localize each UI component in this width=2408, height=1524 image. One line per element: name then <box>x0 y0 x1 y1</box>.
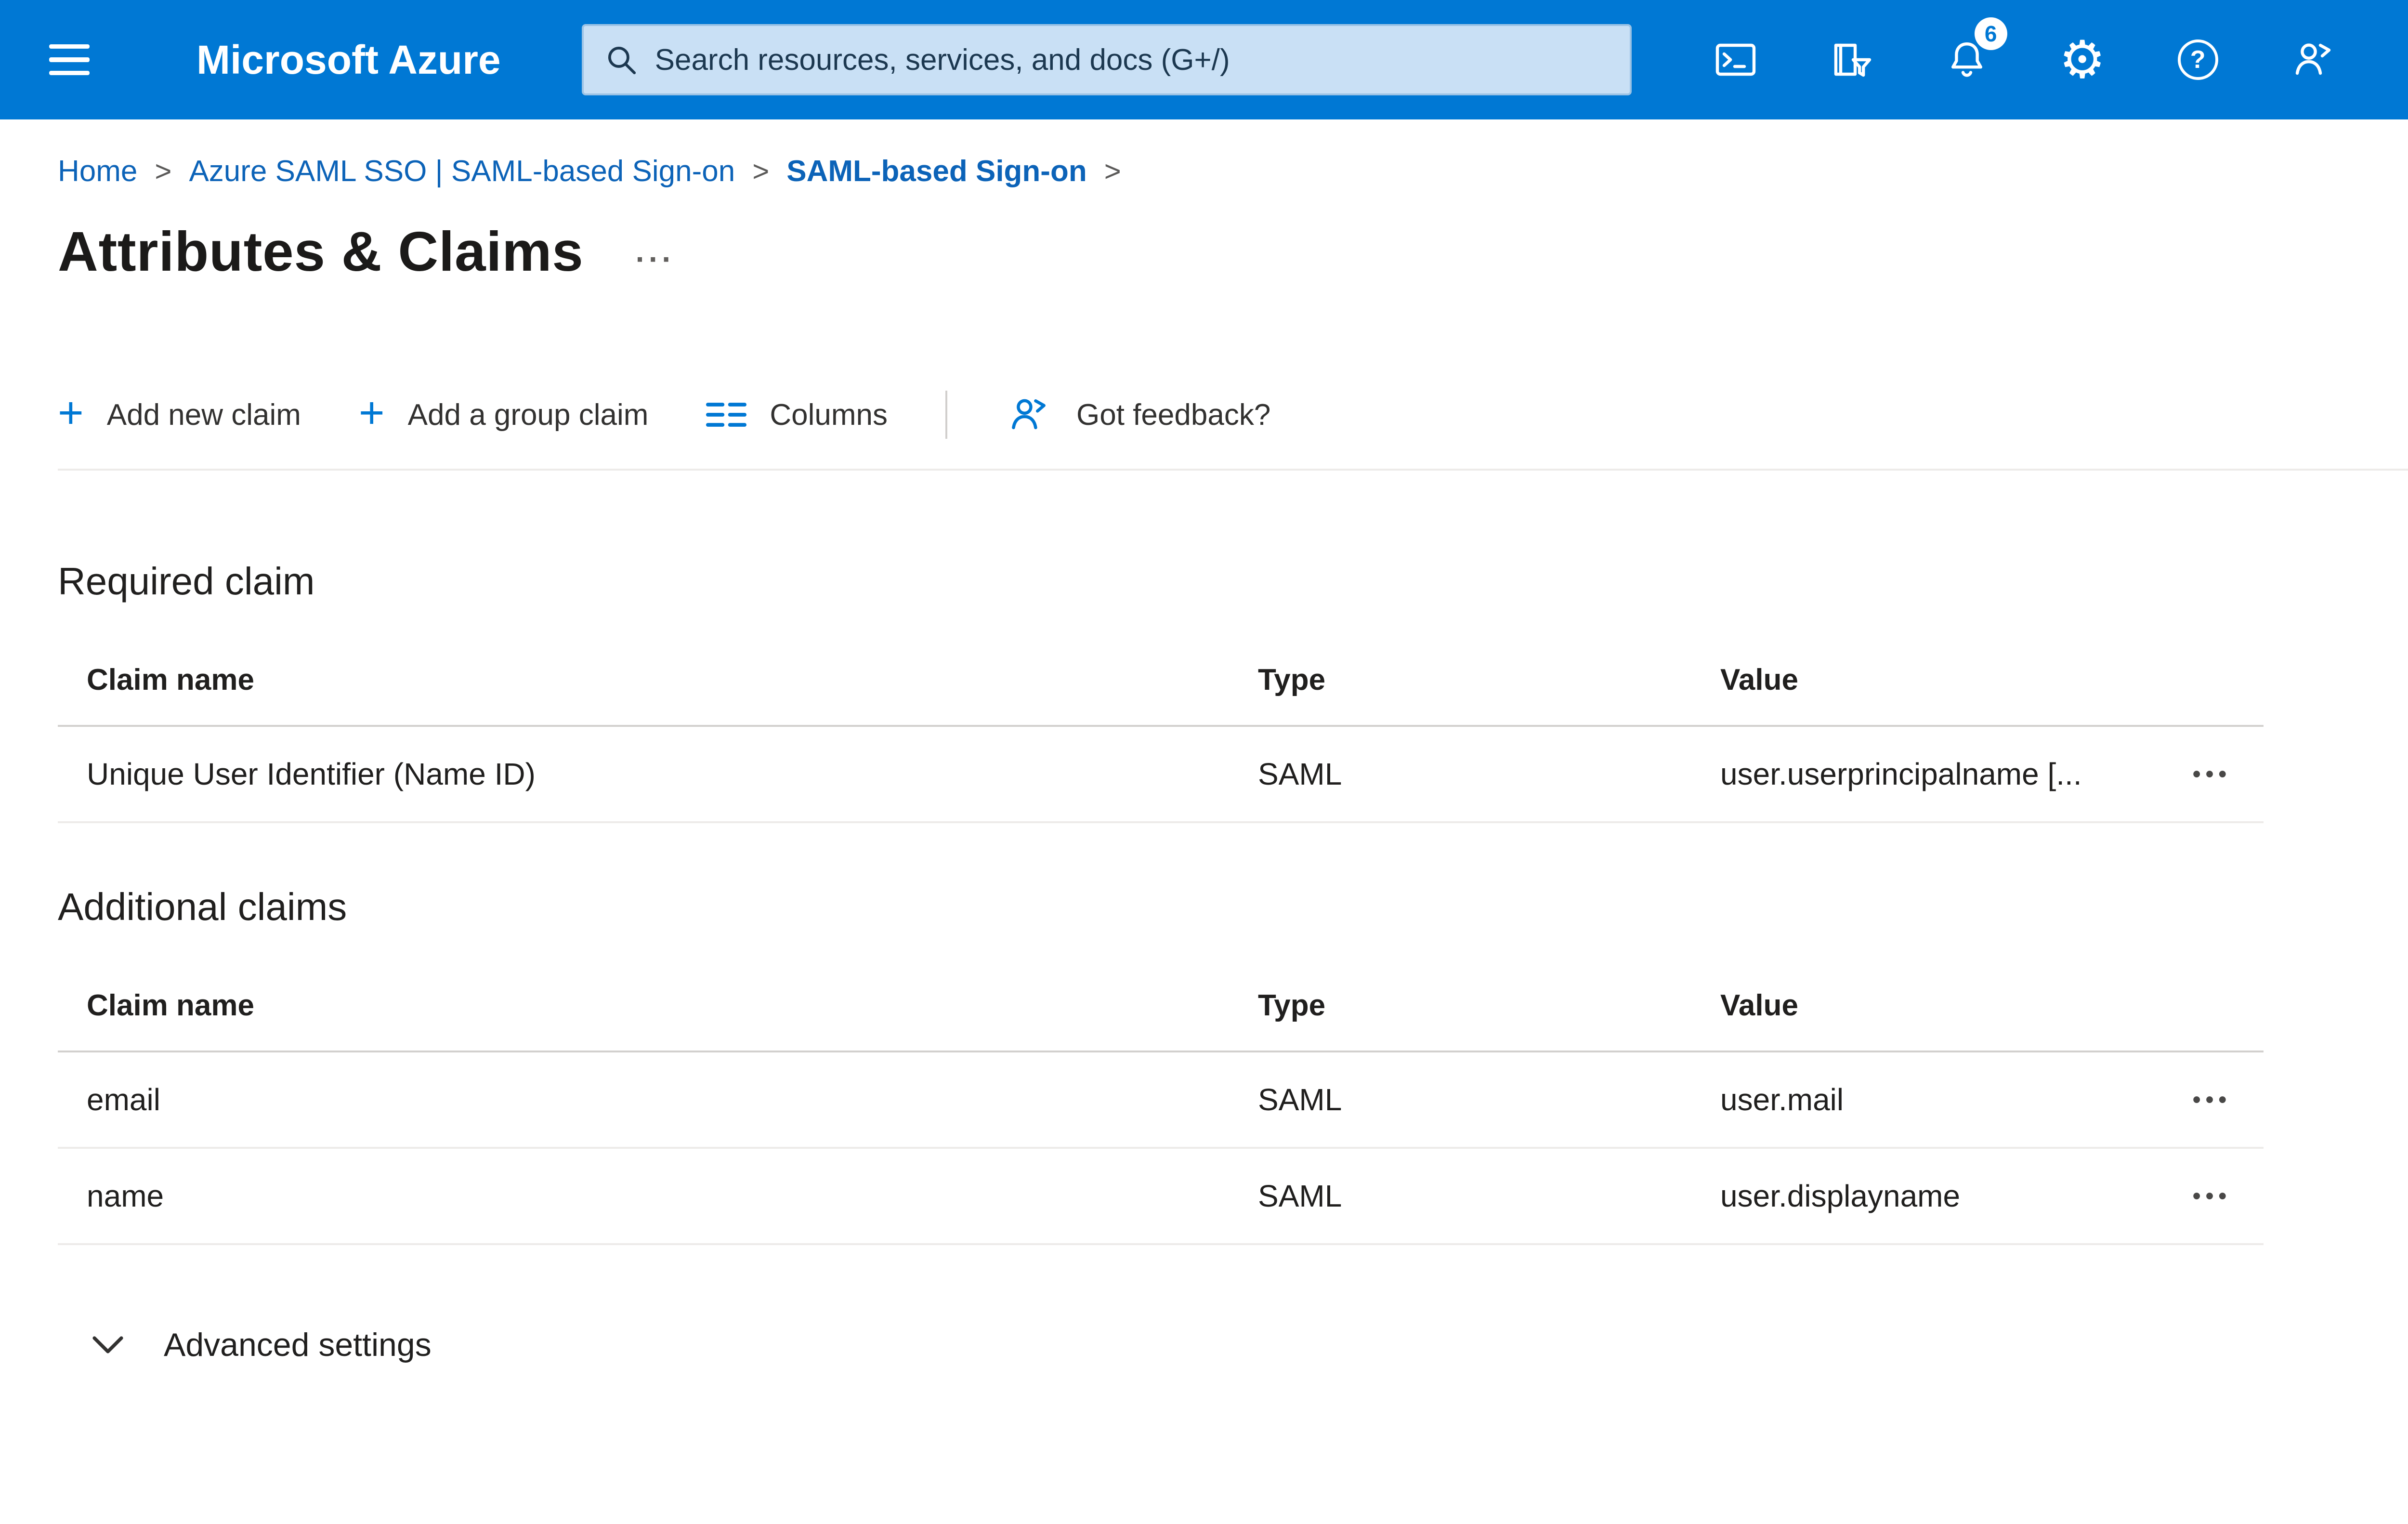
claim-type-cell: SAML <box>1258 1179 1342 1213</box>
add-group-claim-button[interactable]: + Add a group claim <box>358 388 649 437</box>
row-menu-icon[interactable]: ••• <box>2188 1087 2231 1113</box>
plus-icon: + <box>58 388 84 437</box>
claim-value-cell: user.mail <box>1720 1082 1844 1117</box>
title-more-icon[interactable]: ··· <box>636 241 675 277</box>
additional-claims-heading: Additional claims <box>58 885 347 928</box>
advanced-settings-label: Advanced settings <box>164 1327 432 1363</box>
chevron-separator-icon: > <box>155 155 172 187</box>
breadcrumb: Home > Azure SAML SSO | SAML-based Sign-… <box>0 119 2408 188</box>
row-menu-icon[interactable]: ••• <box>2188 1183 2231 1209</box>
claim-value-cell: user.displayname <box>1720 1179 1961 1213</box>
help-icon[interactable]: ? <box>2140 0 2256 119</box>
got-feedback-button[interactable]: Got feedback? <box>1005 393 1270 437</box>
claim-type-cell: SAML <box>1258 757 1342 791</box>
feedback-person-icon <box>1012 399 1046 430</box>
search-input[interactable] <box>654 42 1609 77</box>
settings-gear-icon[interactable]: ⚙ <box>2025 0 2140 119</box>
required-claim-table: Claim name Type Value Unique User Identi… <box>58 634 2264 823</box>
azure-brand[interactable]: Microsoft Azure <box>196 37 501 83</box>
cloud-shell-icon[interactable] <box>1678 0 1793 119</box>
feedback-person-icon[interactable] <box>2256 0 2371 119</box>
add-group-claim-label: Add a group claim <box>407 398 649 432</box>
column-header-claim-name: Claim name <box>87 988 255 1022</box>
got-feedback-label: Got feedback? <box>1076 398 1271 432</box>
columns-button[interactable]: Columns <box>706 398 888 432</box>
additional-claims-table: Claim name Type Value email SAML user.ma… <box>58 960 2264 1245</box>
breadcrumb-app[interactable]: Azure SAML SSO | SAML-based Sign-on <box>189 154 735 188</box>
table-row[interactable]: email SAML user.mail ••• <box>58 1052 2264 1149</box>
notifications-bell-icon[interactable]: 6 <box>1909 0 2025 119</box>
table-row[interactable]: name SAML user.displayname ••• <box>58 1149 2264 1245</box>
column-header-value: Value <box>1720 988 1798 1022</box>
topbar-actions: 6 ⚙ ? <box>1678 0 2371 119</box>
chevron-down-icon <box>92 1336 123 1353</box>
column-header-type: Type <box>1258 663 1326 696</box>
required-claim-heading: Required claim <box>58 560 315 603</box>
chevron-separator-icon: > <box>1104 155 1121 187</box>
claim-type-cell: SAML <box>1258 1082 1342 1117</box>
command-bar: + Add new claim + Add a group claim Colu… <box>58 380 2408 449</box>
table-row[interactable]: Unique User Identifier (Name ID) SAML us… <box>58 727 2264 823</box>
advanced-settings-toggle[interactable]: Advanced settings <box>92 1326 432 1364</box>
page-header: Attributes & Claims ··· <box>58 219 2408 284</box>
row-menu-icon[interactable]: ••• <box>2188 761 2231 788</box>
columns-label: Columns <box>770 398 888 432</box>
table-header: Claim name Type Value <box>58 960 2264 1052</box>
claim-name-cell[interactable]: Unique User Identifier (Name ID) <box>58 756 1258 792</box>
add-new-claim-label: Add new claim <box>106 398 301 432</box>
notification-badge: 6 <box>1974 17 2007 50</box>
plus-icon: + <box>358 388 385 437</box>
toolbar-separator <box>58 469 2408 471</box>
claim-name-cell[interactable]: email <box>58 1082 1258 1117</box>
column-header-claim-name: Claim name <box>87 663 255 696</box>
global-search[interactable] <box>581 24 1632 95</box>
add-new-claim-button[interactable]: + Add new claim <box>58 388 301 437</box>
chevron-separator-icon: > <box>752 155 770 187</box>
page-title: Attributes & Claims <box>58 220 584 283</box>
claim-value-cell: user.userprincipalname [... <box>1720 757 2082 791</box>
azure-topbar: Microsoft Azure Search resources, servic… <box>0 0 2408 119</box>
hamburger-menu-icon[interactable] <box>0 0 139 119</box>
claim-name-cell[interactable]: name <box>58 1178 1258 1214</box>
search-icon <box>608 46 636 75</box>
directory-subscription-filter-icon[interactable] <box>1793 0 1909 119</box>
toolbar-divider <box>945 391 948 439</box>
table-header: Claim name Type Value <box>58 634 2264 727</box>
breadcrumb-current[interactable]: SAML-based Sign-on <box>786 154 1086 188</box>
columns-icon <box>706 403 747 427</box>
column-header-value: Value <box>1720 663 1798 696</box>
breadcrumb-home[interactable]: Home <box>58 154 137 188</box>
column-header-type: Type <box>1258 988 1326 1022</box>
